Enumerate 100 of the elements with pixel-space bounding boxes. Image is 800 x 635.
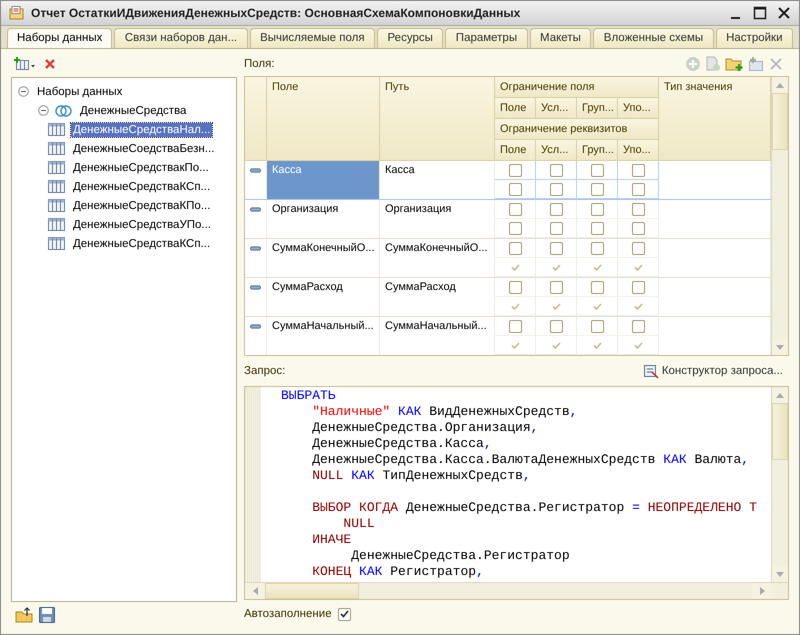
tree-item[interactable]: ДенежныеСредстваКСп... — [71, 180, 212, 194]
column-header[interactable]: Путь — [380, 77, 495, 161]
scroll-up-arrow-icon[interactable] — [776, 82, 784, 88]
checkbox[interactable] — [508, 182, 522, 196]
add-column-icon[interactable] — [747, 56, 765, 72]
tab[interactable]: Наборы данных — [7, 28, 112, 48]
table-cell[interactable]: СуммаРасход — [267, 278, 380, 316]
checkbox[interactable] — [590, 242, 604, 254]
checkbox[interactable] — [508, 280, 522, 294]
scroll-down-arrow-icon[interactable] — [776, 572, 784, 576]
table-cell[interactable]: СуммаНачальный... — [267, 317, 380, 355]
scroll-thumb[interactable] — [772, 93, 788, 150]
column-header[interactable]: Поле — [267, 77, 380, 161]
checkbox[interactable] — [550, 242, 562, 254]
checkbox[interactable] — [550, 164, 562, 176]
checkbox[interactable] — [590, 280, 604, 294]
tab[interactable]: Параметры — [445, 28, 528, 48]
scroll-thumb[interactable] — [772, 403, 788, 460]
checkbox[interactable] — [632, 222, 644, 234]
tree-item[interactable]: ДенежныеСредстваНал... — [71, 122, 212, 136]
column-header[interactable]: Тип значения — [659, 77, 771, 161]
tree-item[interactable]: ДенежныеСоедстваБезн... — [71, 142, 216, 156]
checkbox[interactable] — [590, 202, 604, 216]
add-document-icon[interactable] — [705, 56, 721, 72]
table-cell: СуммаКонечныйО... — [380, 239, 495, 277]
query-editor[interactable] — [244, 386, 789, 600]
checkbox[interactable] — [590, 164, 604, 176]
add-circle-icon[interactable] — [685, 56, 701, 72]
tree-item[interactable]: ДенежныеСредстваКПо... — [71, 198, 212, 212]
scroll-down-arrow-icon[interactable] — [776, 344, 784, 350]
checkbox[interactable] — [508, 320, 522, 332]
checkbox[interactable] — [632, 320, 644, 332]
delete-icon[interactable] — [44, 58, 56, 70]
column-header[interactable]: Поле — [495, 140, 536, 161]
horizontal-scrollbar[interactable] — [245, 582, 788, 599]
folder-upload-icon[interactable] — [15, 607, 33, 623]
delete-icon[interactable] — [769, 57, 783, 71]
column-header[interactable]: Упо... — [618, 140, 659, 161]
column-header[interactable]: Ограничение реквизитов — [495, 119, 659, 140]
checkbox[interactable] — [550, 202, 562, 216]
table-cell[interactable]: Организация — [267, 200, 380, 238]
maximize-icon[interactable] — [753, 6, 767, 20]
checkbox[interactable] — [590, 320, 604, 332]
checkbox[interactable] — [632, 280, 644, 294]
report-icon — [9, 6, 25, 20]
checkbox[interactable] — [590, 222, 604, 234]
tree-item[interactable]: ДенежныеСредства — [78, 104, 188, 118]
code-line: ВЫБОР КОГДА ДенежныеСредства.Регистратор = НЕОПРЕДЕЛЕНО Т — [311, 500, 758, 516]
close-icon[interactable] — [777, 6, 791, 20]
table-cell: Организация — [380, 200, 495, 238]
checkbox[interactable] — [508, 164, 522, 176]
scroll-right-arrow-icon[interactable] — [760, 587, 764, 595]
tab[interactable]: Вложенные схемы — [593, 28, 714, 48]
collapse-toggle-icon[interactable] — [38, 105, 49, 116]
tab[interactable]: Настройки — [716, 28, 793, 48]
add-folder-icon[interactable] — [725, 56, 743, 72]
save-icon[interactable] — [39, 607, 55, 623]
column-header[interactable]: Поле — [495, 98, 536, 119]
column-header[interactable]: Груп... — [577, 140, 618, 161]
code-line: NULL КАК ТипДенежныхСредств, — [311, 468, 532, 484]
tab[interactable]: Связи наборов дан... — [114, 28, 248, 48]
collapse-toggle-icon[interactable] — [18, 86, 29, 97]
tree-item[interactable]: ДенежныеСредствакПо... — [71, 160, 211, 174]
column-header[interactable]: Усл... — [536, 140, 577, 161]
table-icon — [48, 123, 65, 136]
vertical-scrollbar[interactable] — [771, 387, 788, 582]
checkbox[interactable] — [632, 242, 644, 254]
checkbox[interactable] — [632, 164, 644, 176]
scroll-up-arrow-icon[interactable] — [776, 392, 784, 398]
checkbox[interactable] — [550, 182, 562, 196]
table-icon — [48, 180, 65, 193]
column-header[interactable]: Усл... — [536, 98, 577, 119]
check-mark-icon — [552, 302, 560, 310]
checkbox[interactable] — [590, 182, 604, 196]
checkbox[interactable] — [632, 202, 644, 216]
add-table-icon[interactable] — [14, 57, 36, 71]
scroll-thumb[interactable] — [265, 583, 359, 599]
checkbox[interactable] — [508, 202, 522, 216]
checkbox[interactable] — [550, 320, 562, 332]
code-line: ДенежныеСредства.Организация, — [311, 420, 540, 436]
checkbox[interactable] — [550, 222, 562, 234]
tab[interactable]: Ресурсы — [377, 28, 444, 48]
query-builder-button[interactable]: Конструктор запроса... — [642, 363, 789, 379]
field-row-icon — [250, 246, 261, 251]
tab[interactable]: Вычисляемые поля — [250, 28, 376, 48]
checkbox[interactable] — [508, 242, 522, 254]
column-header[interactable]: Ограничение поля — [495, 77, 659, 98]
column-header[interactable]: Упо... — [618, 98, 659, 119]
tree-item[interactable]: ДенежныеСредстваКСп... — [71, 236, 212, 250]
tree-item[interactable]: Наборы данных — [35, 84, 124, 98]
checkbox[interactable] — [632, 182, 644, 196]
table-cell[interactable]: СуммаКонечныйО... — [267, 239, 380, 277]
checkbox[interactable] — [550, 280, 562, 294]
checkbox[interactable] — [338, 608, 351, 620]
vertical-scrollbar[interactable] — [771, 77, 788, 355]
scroll-left-arrow-icon[interactable] — [252, 587, 258, 595]
tree-item[interactable]: ДенежныеСредстваУПо... — [71, 218, 214, 232]
tab[interactable]: Макеты — [530, 28, 592, 48]
checkbox[interactable] — [508, 222, 522, 234]
column-header[interactable]: Груп... — [577, 98, 618, 119]
